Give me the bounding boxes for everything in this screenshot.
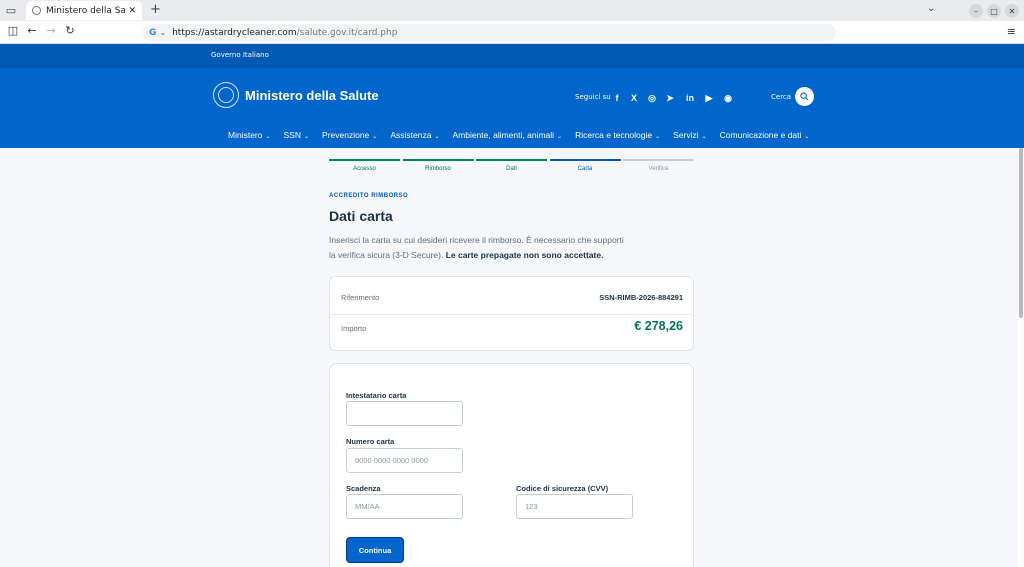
favicon-icon: [32, 6, 41, 15]
nav-ricerca[interactable]: Ricerca e tecnologie ⌄: [575, 130, 660, 140]
url-path: /salute.gov.it/card.php: [296, 27, 398, 38]
google-icon: G: [149, 27, 157, 38]
step-rimborso: Rimborso: [402, 159, 474, 172]
nav-comunicazione[interactable]: Comunicazione e dati ⌄: [720, 130, 810, 140]
minimize-icon[interactable]: –: [969, 4, 983, 18]
chevron-down-icon: ⌄: [265, 134, 271, 140]
emblem-logo[interactable]: [213, 82, 239, 108]
reload-icon[interactable]: ↻: [62, 24, 78, 37]
progress-steps: Accesso Rimborso Dati Carta Verifica: [329, 159, 694, 172]
tab-title: Ministero della Salute - L: [46, 5, 126, 16]
step-dati: Dati: [476, 159, 547, 172]
holder-label: Intestatario carta: [346, 391, 407, 400]
nav-prevenzione[interactable]: Prevenzione ⌄: [322, 130, 377, 140]
continue-button[interactable]: Continua: [346, 537, 404, 563]
sidebar-toggle-icon[interactable]: ◫: [5, 24, 21, 37]
step-bar: [329, 159, 400, 161]
browser-menu-icon[interactable]: ≡: [1007, 25, 1016, 38]
prepaid-warning: Le carte prepagate non sono accettate.: [445, 250, 604, 260]
number-label: Numero carta: [346, 437, 395, 446]
step-bar: [623, 159, 694, 161]
summary-card: Riferimento SSN-RIMB-2026-884291 Importo…: [329, 276, 694, 351]
chevron-down-icon: ⌄: [804, 134, 810, 140]
search-button[interactable]: [795, 87, 814, 106]
chevron-down-icon: ⌄: [701, 134, 707, 140]
step-carta: Carta: [549, 159, 621, 172]
holder-input[interactable]: [346, 401, 463, 426]
page-kicker: ACCREDITO RIMBORSO: [329, 193, 409, 199]
step-bar: [402, 159, 474, 161]
reference-label: Riferimento: [341, 293, 380, 302]
tab-overview-icon[interactable]: ▭: [0, 0, 22, 21]
url-domain: https://astardrycleaner.com: [172, 27, 297, 38]
site-header: Ministero della Salute Seguici su f X ◎ …: [0, 68, 1024, 148]
chevron-down-icon[interactable]: ⌄: [159, 28, 166, 37]
chevron-down-icon: ⌄: [434, 134, 440, 140]
expiry-label: Scadenza: [346, 484, 381, 493]
browser-toolbar: ◫ ← → ↻ G ⌄ https://astardrycleaner.com /…: [0, 21, 1024, 44]
tab-list-chevron-icon[interactable]: ⌄: [927, 3, 935, 14]
chevron-down-icon: ⌄: [557, 134, 563, 140]
expiry-input[interactable]: [346, 494, 463, 519]
browser-tab[interactable]: Ministero della Salute - L ✕: [26, 1, 142, 20]
step-bar: [549, 159, 621, 161]
nav-servizi[interactable]: Servizi ⌄: [673, 130, 707, 140]
new-tab-icon[interactable]: +: [150, 2, 161, 17]
address-bar[interactable]: G ⌄ https://astardrycleaner.com/salute.g…: [143, 24, 836, 41]
instagram-icon[interactable]: ◎: [646, 92, 658, 104]
linkedin-icon[interactable]: in: [684, 92, 696, 104]
back-icon[interactable]: ←: [24, 24, 40, 37]
nav-ministero[interactable]: Ministero ⌄: [228, 130, 271, 140]
search-icon: [800, 92, 809, 101]
forward-icon[interactable]: →: [43, 24, 59, 37]
close-window-icon[interactable]: ✕: [1005, 4, 1019, 18]
step-label: Carta: [577, 166, 593, 172]
cvv-label: Codice di sicurezza (CVV): [516, 484, 609, 493]
step-label: Rimborso: [425, 166, 451, 172]
reference-value: SSN-RIMB-2026-884291: [599, 293, 683, 302]
step-bar: [476, 159, 547, 161]
card-form: Intestatario carta Numero carta Scadenza…: [329, 363, 694, 567]
scrollbar[interactable]: [1018, 148, 1024, 567]
step-label: Verifica: [648, 166, 669, 172]
facebook-icon[interactable]: f: [611, 92, 623, 104]
follow-label: Seguici su: [575, 93, 611, 101]
card-number-input[interactable]: [346, 448, 463, 473]
x-icon[interactable]: X: [628, 92, 640, 104]
nav-ambiente[interactable]: Ambiente, alimenti, animali ⌄: [452, 130, 562, 140]
site-title[interactable]: Ministero della Salute: [245, 88, 379, 103]
browser-tab-bar: ▭ Ministero della Salute - L ✕ + ⌄ – □ ✕: [0, 0, 1024, 21]
nav-assistenza[interactable]: Assistenza ⌄: [390, 130, 439, 140]
gov-label[interactable]: Governo Italiano: [211, 51, 269, 59]
page-description: Inserisci la carta su cui desideri ricev…: [329, 235, 624, 260]
telegram-icon[interactable]: ➤: [664, 92, 676, 104]
youtube-icon[interactable]: ▶: [703, 92, 715, 104]
maximize-icon[interactable]: □: [987, 4, 1001, 18]
amount-label: Importo: [341, 324, 367, 333]
nav-ssn[interactable]: SSN ⌄: [284, 130, 310, 140]
amount-value: € 278,26: [634, 319, 683, 333]
step-label: Accesso: [353, 166, 376, 172]
search-label: Cerca: [771, 93, 792, 101]
step-accesso: Accesso: [329, 159, 400, 172]
step-label: Dati: [506, 166, 517, 172]
chevron-down-icon: ⌄: [304, 134, 310, 140]
chevron-down-icon: ⌄: [655, 134, 661, 140]
cvv-input[interactable]: [516, 494, 633, 519]
gov-strip: Governo Italiano: [0, 44, 1024, 68]
close-tab-icon[interactable]: ✕: [128, 6, 136, 16]
page-title: Dati carta: [329, 208, 393, 224]
main-nav: Ministero ⌄ SSN ⌄ Prevenzione ⌄ Assistenza ⌄…: [228, 130, 822, 140]
step-verifica: Verifica: [623, 159, 694, 172]
rss-icon[interactable]: ◉: [722, 92, 734, 104]
chevron-down-icon: ⌄: [372, 134, 378, 140]
